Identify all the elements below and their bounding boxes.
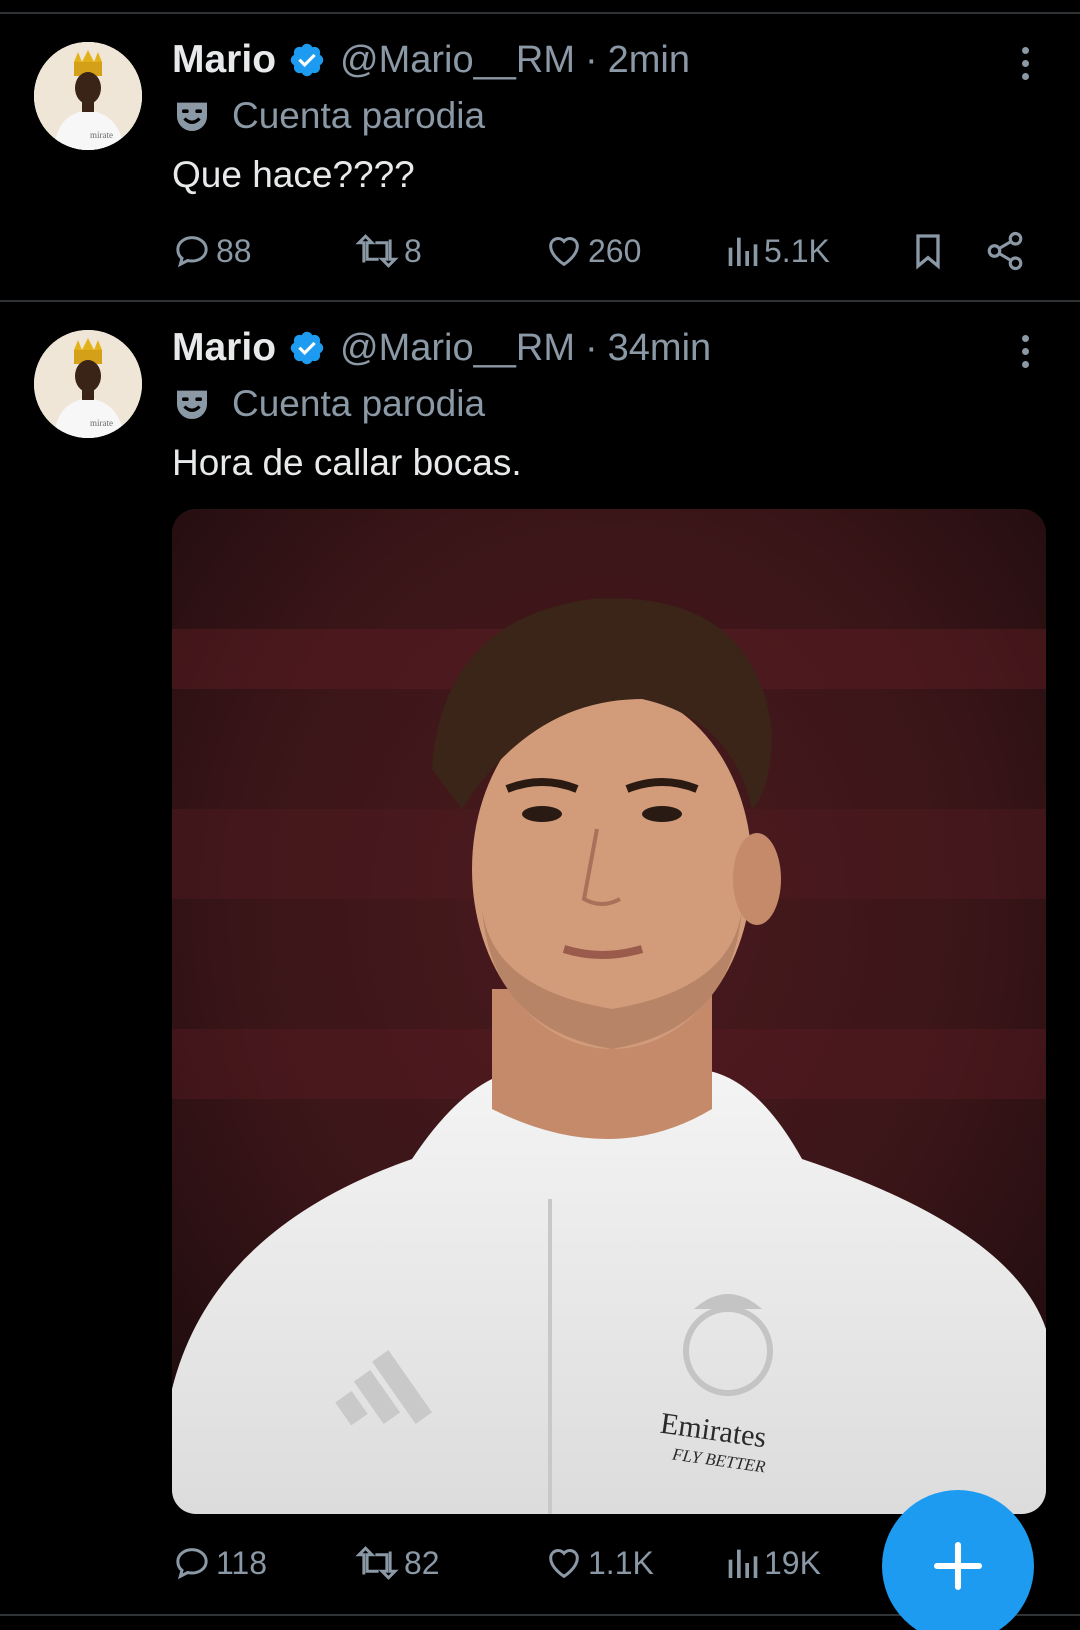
separator: · — [584, 326, 598, 369]
tweet-media-image[interactable]: Emirates FLY BETTER — [172, 509, 1046, 1514]
heart-icon — [549, 1549, 579, 1579]
parody-label: Cuenta parodia — [172, 380, 485, 428]
reply-button[interactable]: 118 — [172, 1538, 267, 1588]
tweet-text: Hora de callar bocas. — [172, 442, 522, 483]
tweet-header: Mario @Mario__RM · 34min — [172, 324, 711, 372]
timestamp[interactable]: 34min — [608, 327, 712, 370]
retweet-count: 82 — [404, 1544, 440, 1581]
views-count: 19K — [764, 1544, 821, 1581]
display-name[interactable]: Mario — [172, 326, 276, 370]
retweet-button[interactable]: 82 — [354, 1538, 440, 1588]
parody-text: Cuenta parodia — [232, 383, 486, 424]
user-handle[interactable]: @Mario__RM — [340, 327, 575, 370]
player-photo — [172, 509, 1046, 1514]
svg-text:mirate: mirate — [90, 418, 113, 428]
like-count: 1.1K — [588, 1544, 654, 1581]
theater-mask-icon — [177, 390, 207, 419]
views-icon — [728, 1549, 758, 1578]
tweet-2[interactable]: mirate Mario @Mario__RM · 34min Cuenta p… — [0, 0, 1080, 1630]
verified-badge-icon — [290, 331, 324, 365]
more-options-icon[interactable] — [1010, 326, 1040, 376]
views-button[interactable]: 19K — [724, 1538, 821, 1588]
retweet-icon — [355, 1546, 399, 1580]
reply-icon — [176, 1548, 208, 1580]
compose-button[interactable] — [882, 1490, 1034, 1630]
like-button[interactable]: 1.1K — [544, 1538, 654, 1588]
avatar-image: mirate — [34, 330, 142, 438]
avatar[interactable]: mirate — [34, 330, 142, 438]
reply-count: 118 — [216, 1544, 268, 1581]
plus-icon — [933, 1541, 983, 1591]
